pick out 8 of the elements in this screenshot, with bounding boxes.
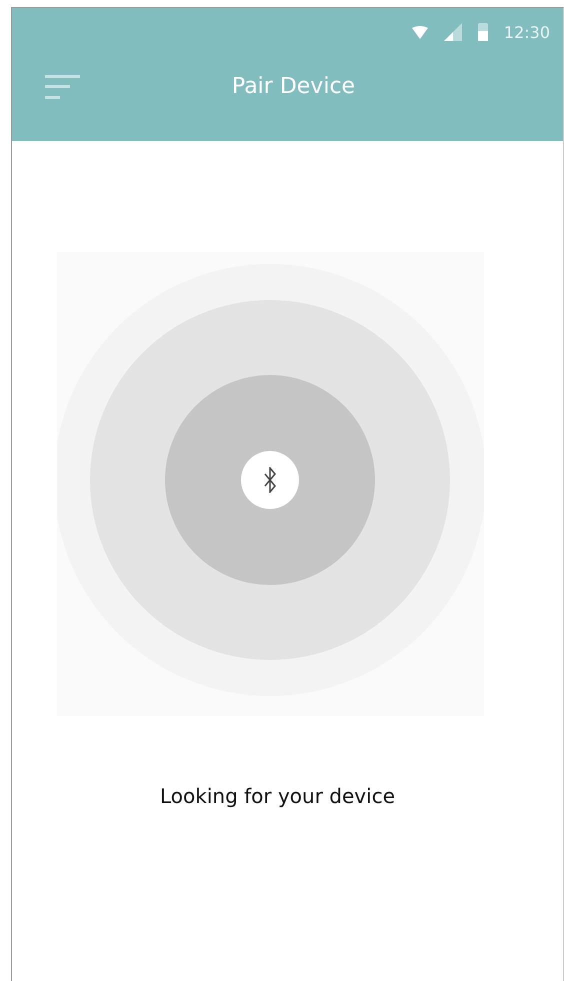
bluetooth-icon [264,467,276,493]
screen-title: Pair Device [232,74,356,98]
status-time: 12:30 [504,22,550,42]
battery-icon [478,23,488,41]
menu-icon[interactable] [45,75,80,100]
wifi-icon [412,26,428,38]
signal-icon [444,23,462,41]
status-message: Looking for your device [160,784,395,808]
